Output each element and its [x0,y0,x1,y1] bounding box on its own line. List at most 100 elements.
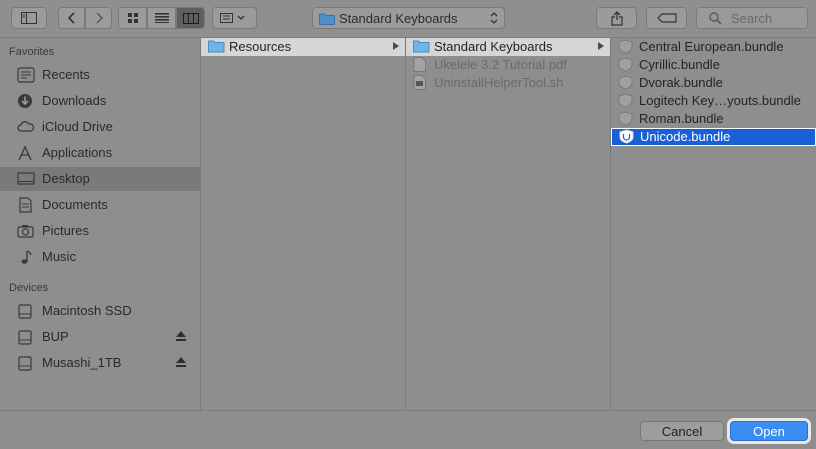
sidebar-item-desktop[interactable]: Desktop [0,167,200,191]
list-item-label: Unicode.bundle [640,129,731,144]
sidebar-item-downloads[interactable]: Downloads [0,89,200,113]
list-item-label: Ukelele 3.2 Tutorial.pdf [434,57,567,72]
music-note-icon [21,250,32,264]
dialog-footer: Cancel Open [0,410,816,449]
sidebar-item-label: Recents [42,67,90,82]
keyboard-bundle-icon [618,111,633,126]
list-item-label: Central European.bundle [639,39,784,54]
sidebar-item-label: Musashi_1TB [42,355,122,370]
list-item-label: Roman.bundle [639,111,724,126]
keyboard-bundle-icon [618,57,633,72]
list-item-roman[interactable]: Roman.bundle [611,110,816,128]
chevron-right-icon [95,12,103,24]
column-view-button[interactable] [176,7,205,29]
sidebar-item-documents[interactable]: Documents [0,193,200,217]
keyboard-bundle-icon [618,75,633,90]
list-item-uninstall-helper[interactable]: UninstallHelperTool.sh [406,74,610,92]
gallery-dropdown-icon [219,13,244,23]
download-icon [18,94,32,108]
sidebar-section-favorites: Favorites [9,46,55,58]
share-icon [610,10,623,26]
search-icon [709,12,722,25]
path-popup-label: Standard Keyboards [339,11,458,26]
list-item-label: Cyrillic.bundle [639,57,720,72]
list-item-ukelele-tutorial[interactable]: Ukelele 3.2 Tutorial.pdf [406,56,610,74]
sidebar-item-bup[interactable]: BUP [0,325,200,349]
up-down-arrows-icon [490,12,498,24]
grid-icon [127,13,138,23]
sidebar-toggle-button[interactable] [11,7,47,29]
share-button[interactable] [596,7,637,29]
folder-icon [413,40,430,53]
sidebar-item-recents[interactable]: Recents [0,63,200,87]
toolbar: Standard Keyboards Search [0,0,816,38]
cloud-icon [17,121,35,132]
eject-icon[interactable] [176,331,186,341]
sidebar-item-label: Downloads [42,93,107,108]
open-button[interactable]: Open [730,421,808,441]
list-item-resources[interactable]: Resources [201,38,405,56]
keyboard-bundle-icon [618,39,633,54]
document-icon [19,197,32,213]
browser-column-1: Resources [200,38,405,410]
sidebar-item-label: Macintosh SSD [42,303,132,318]
browser-column-2: Standard Keyboards Ukelele 3.2 Tutorial.… [405,38,610,410]
sidebar-item-icloud-drive[interactable]: iCloud Drive [0,115,200,139]
list-item-label: Resources [229,39,292,54]
disclosure-arrow-icon [598,42,604,50]
icon-view-button[interactable] [118,7,147,29]
cancel-button[interactable]: Cancel [640,421,724,441]
chevron-left-icon [67,12,75,24]
list-item-logitech[interactable]: Logitech Key…youts.bundle [611,92,816,110]
list-item-standard-keyboards[interactable]: Standard Keyboards [406,38,610,56]
drive-icon [18,330,32,345]
search-field[interactable]: Search [696,7,808,29]
sidebar-item-label: Applications [42,145,113,160]
sidebar-icon [21,12,37,24]
browser-column-3: Central European.bundle Cyrillic.bundle … [610,38,816,410]
list-icon [154,13,169,23]
camera-icon [17,225,34,238]
list-item-dvorak[interactable]: Dvorak.bundle [611,74,816,92]
sidebar-item-label: Music [42,249,76,264]
list-item-unicode[interactable]: Unicode.bundle [611,128,816,146]
keyboard-bundle-icon [618,93,633,108]
sidebar-section-devices: Devices [9,282,49,294]
path-popup[interactable]: Standard Keyboards [312,7,505,29]
keyboard-bundle-icon [619,129,634,144]
list-item-cyrillic[interactable]: Cyrillic.bundle [611,56,816,74]
drive-icon [18,304,32,319]
search-placeholder: Search [731,11,773,26]
sidebar-item-label: Documents [42,197,108,212]
list-item-label: Dvorak.bundle [639,75,723,90]
list-item-central-european[interactable]: Central European.bundle [611,38,816,56]
sidebar-item-music[interactable]: Music [0,245,200,269]
drive-icon [18,356,32,371]
sidebar-item-label: Desktop [42,171,90,186]
group-by-button[interactable] [212,7,257,29]
tags-button[interactable] [646,7,687,29]
list-view-button[interactable] [147,7,176,29]
list-item-label: UninstallHelperTool.sh [434,75,564,90]
disclosure-arrow-icon [393,42,399,50]
pdf-file-icon [413,57,426,72]
sidebar-item-pictures[interactable]: Pictures [0,219,200,243]
applications-icon [18,145,32,161]
sidebar-item-label: iCloud Drive [42,119,113,134]
script-file-icon [413,75,426,90]
sidebar-item-applications[interactable]: Applications [0,141,200,165]
folder-icon [319,13,335,25]
list-item-label: Logitech Key…youts.bundle [639,93,801,108]
sidebar-item-label: Pictures [42,223,89,238]
sidebar-item-macintosh-ssd[interactable]: Macintosh SSD [0,299,200,323]
open-file-dialog: Standard Keyboards Search Favorites Rece… [0,0,816,449]
folder-icon [208,40,225,53]
list-item-label: Standard Keyboards [434,39,553,54]
columns-icon [182,12,199,24]
sidebar: Favorites Recents Downloads iCloud Drive… [0,38,200,410]
sidebar-item-label: BUP [42,329,69,344]
sidebar-item-musashi-1tb[interactable]: Musashi_1TB [0,351,200,375]
forward-button[interactable] [85,7,112,29]
back-button[interactable] [58,7,85,29]
eject-icon[interactable] [176,357,186,367]
